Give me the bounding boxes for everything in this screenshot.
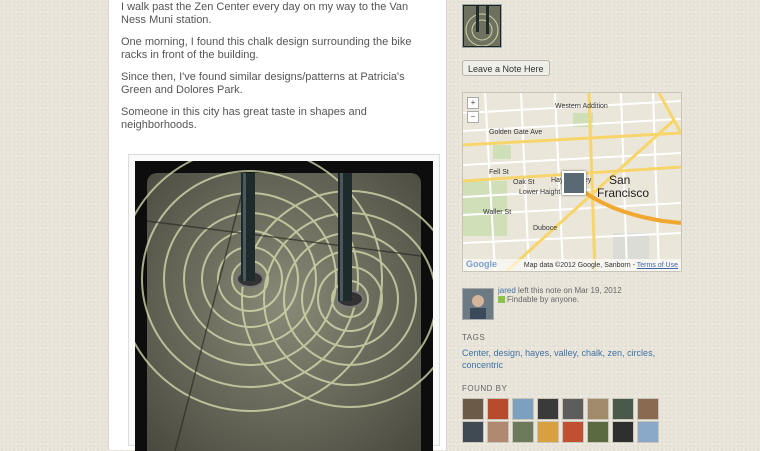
- map-label-golden-gate: Golden Gate Ave: [489, 129, 543, 136]
- map-label-lower-haight: Lower Haight: [519, 189, 561, 196]
- terms-of-use-link[interactable]: Terms of Use: [637, 262, 678, 269]
- finder-avatar[interactable]: [612, 421, 634, 443]
- note-visibility: Findable by anyone.: [498, 295, 579, 305]
- tag-link[interactable]: Center: [462, 348, 489, 358]
- tag-list: Center, design, hayes, valley, chalk, ze…: [462, 348, 656, 370]
- map-label-duboce: Duboce: [533, 225, 558, 232]
- photo-card: [128, 154, 440, 451]
- note-paragraph-3: Since then, I've found similar designs/p…: [121, 71, 405, 96]
- finder-avatar[interactable]: [587, 398, 609, 420]
- finder-avatar[interactable]: [537, 421, 559, 443]
- tag-link[interactable]: design: [494, 348, 521, 358]
- tag-link[interactable]: chalk: [582, 348, 603, 358]
- map-zoom-control: + −: [467, 97, 479, 125]
- location-thumbnail[interactable]: [462, 4, 502, 48]
- map-label-western-addition: Western Addition: [555, 103, 608, 110]
- note-author-link[interactable]: jared: [498, 286, 516, 295]
- tag-link[interactable]: valley: [554, 348, 576, 358]
- tag-link[interactable]: circles: [627, 348, 653, 358]
- finder-avatar[interactable]: [612, 398, 634, 420]
- found-by-heading: FOUND BY: [462, 384, 508, 393]
- avatar[interactable]: [462, 288, 494, 320]
- map-location-marker[interactable]: [562, 171, 586, 195]
- map-label-oak: Oak St: [513, 179, 535, 186]
- tag-link[interactable]: zen: [608, 348, 623, 358]
- finder-avatar[interactable]: [562, 398, 584, 420]
- finder-avatar[interactable]: [587, 421, 609, 443]
- zoom-in-button[interactable]: +: [467, 97, 479, 109]
- google-logo: Google: [466, 259, 497, 269]
- map-label-san: San: [609, 173, 631, 187]
- leave-note-button[interactable]: Leave a Note Here: [462, 60, 550, 76]
- finder-avatar[interactable]: [512, 398, 534, 420]
- visibility-icon: [498, 296, 505, 303]
- note-paragraph-2: One morning, I found this chalk design s…: [121, 36, 412, 61]
- map-attribution-text: Map data ©2012 Google, Sanborn -: [523, 262, 635, 269]
- note-paragraph-1: I walk past the Zen Center every day on …: [121, 1, 409, 26]
- note-paragraph-4: Someone in this city has great taste in …: [121, 106, 367, 131]
- tags-heading: TAGS: [462, 333, 486, 342]
- finder-avatar[interactable]: [637, 398, 659, 420]
- finder-avatar[interactable]: [637, 421, 659, 443]
- map-label-francisco: Francisco: [597, 186, 650, 200]
- zoom-out-button[interactable]: −: [467, 111, 479, 123]
- note-content-panel: I walk past the Zen Center every day on …: [108, 0, 447, 451]
- map-label-waller: Waller St: [483, 209, 512, 216]
- note-date-text: left this note on Mar 19, 2012: [515, 286, 622, 295]
- finder-avatar[interactable]: [462, 421, 484, 443]
- map-label-fell: Fell St: [489, 169, 509, 176]
- tag-link[interactable]: concentric: [462, 360, 503, 370]
- finder-avatar[interactable]: [537, 398, 559, 420]
- finder-avatar[interactable]: [512, 421, 534, 443]
- finder-avatar[interactable]: [487, 421, 509, 443]
- finder-avatar[interactable]: [462, 398, 484, 420]
- chalk-circles-photo[interactable]: [135, 161, 433, 451]
- location-map[interactable]: + − Western Addition Golden Gate Ave Fel…: [462, 92, 682, 272]
- map-attribution: Map data ©2012 Google, Sanborn - Terms o…: [524, 262, 678, 269]
- finder-avatar[interactable]: [562, 421, 584, 443]
- visibility-text: Findable by anyone.: [507, 295, 580, 304]
- finder-avatar[interactable]: [487, 398, 509, 420]
- tag-link[interactable]: hayes: [525, 348, 549, 358]
